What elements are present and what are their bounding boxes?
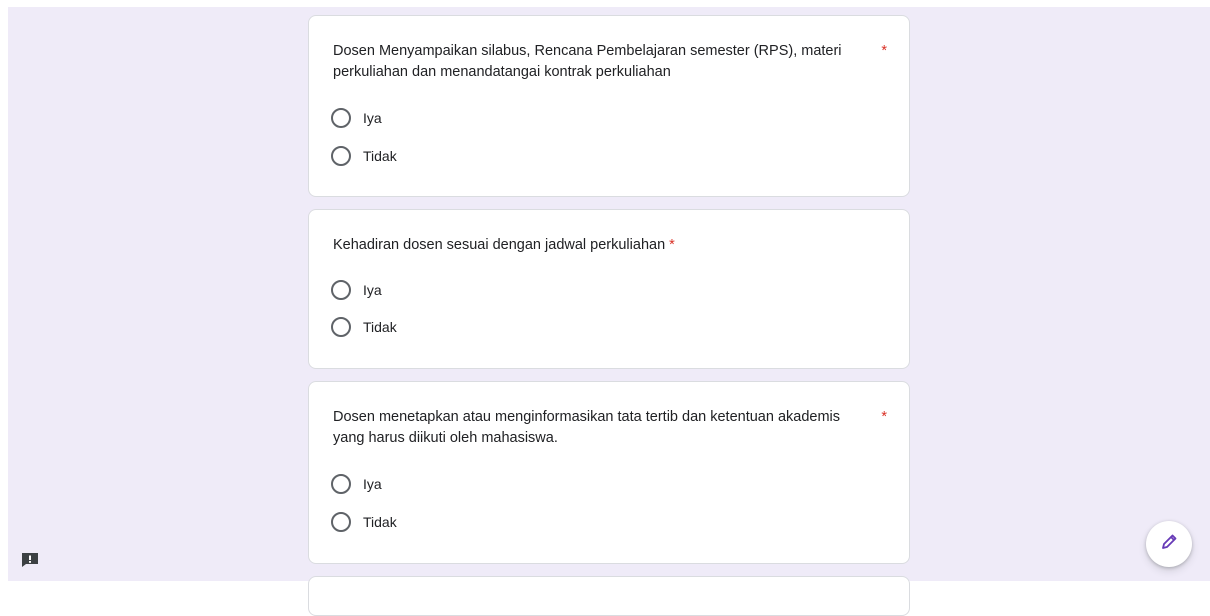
question-title: Kehadiran dosen sesuai dengan jadwal per… (333, 235, 893, 256)
required-asterisk: * (669, 237, 675, 253)
radio-button[interactable] (331, 280, 351, 300)
option-iya[interactable]: Iya (331, 473, 382, 495)
option-tidak[interactable]: Tidak (331, 511, 397, 533)
feedback-icon[interactable] (20, 552, 40, 568)
question-title: Dosen menetapkan atau menginformasikan t… (333, 409, 841, 446)
option-label: Iya (363, 476, 382, 492)
option-iya[interactable]: Iya (331, 107, 382, 129)
option-label: Tidak (363, 148, 397, 164)
option-label: Iya (363, 110, 382, 126)
question-text: Kehadiran dosen sesuai dengan jadwal per… (333, 237, 666, 253)
question-title: Dosen Menyampaikan silabus, Rencana Pemb… (333, 43, 842, 80)
option-label: Tidak (363, 319, 397, 335)
option-label: Tidak (363, 514, 397, 530)
option-iya[interactable]: Iya (331, 279, 382, 301)
question-card: Kehadiran dosen sesuai dengan jadwal per… (308, 209, 910, 369)
option-tidak[interactable]: Tidak (331, 316, 397, 338)
radio-button[interactable] (331, 317, 351, 337)
question-card: Dosen Menyampaikan silabus, Rencana Pemb… (308, 15, 910, 197)
question-card: Dosen menetapkan atau menginformasikan t… (308, 381, 910, 564)
radio-button[interactable] (331, 146, 351, 166)
question-card (308, 576, 910, 616)
option-label: Iya (363, 282, 382, 298)
radio-button[interactable] (331, 474, 351, 494)
edit-button[interactable] (1146, 521, 1192, 567)
option-tidak[interactable]: Tidak (331, 145, 397, 167)
pencil-icon (1159, 532, 1179, 557)
required-asterisk: * (881, 43, 887, 59)
required-asterisk: * (881, 409, 887, 425)
radio-button[interactable] (331, 512, 351, 532)
radio-button[interactable] (331, 108, 351, 128)
